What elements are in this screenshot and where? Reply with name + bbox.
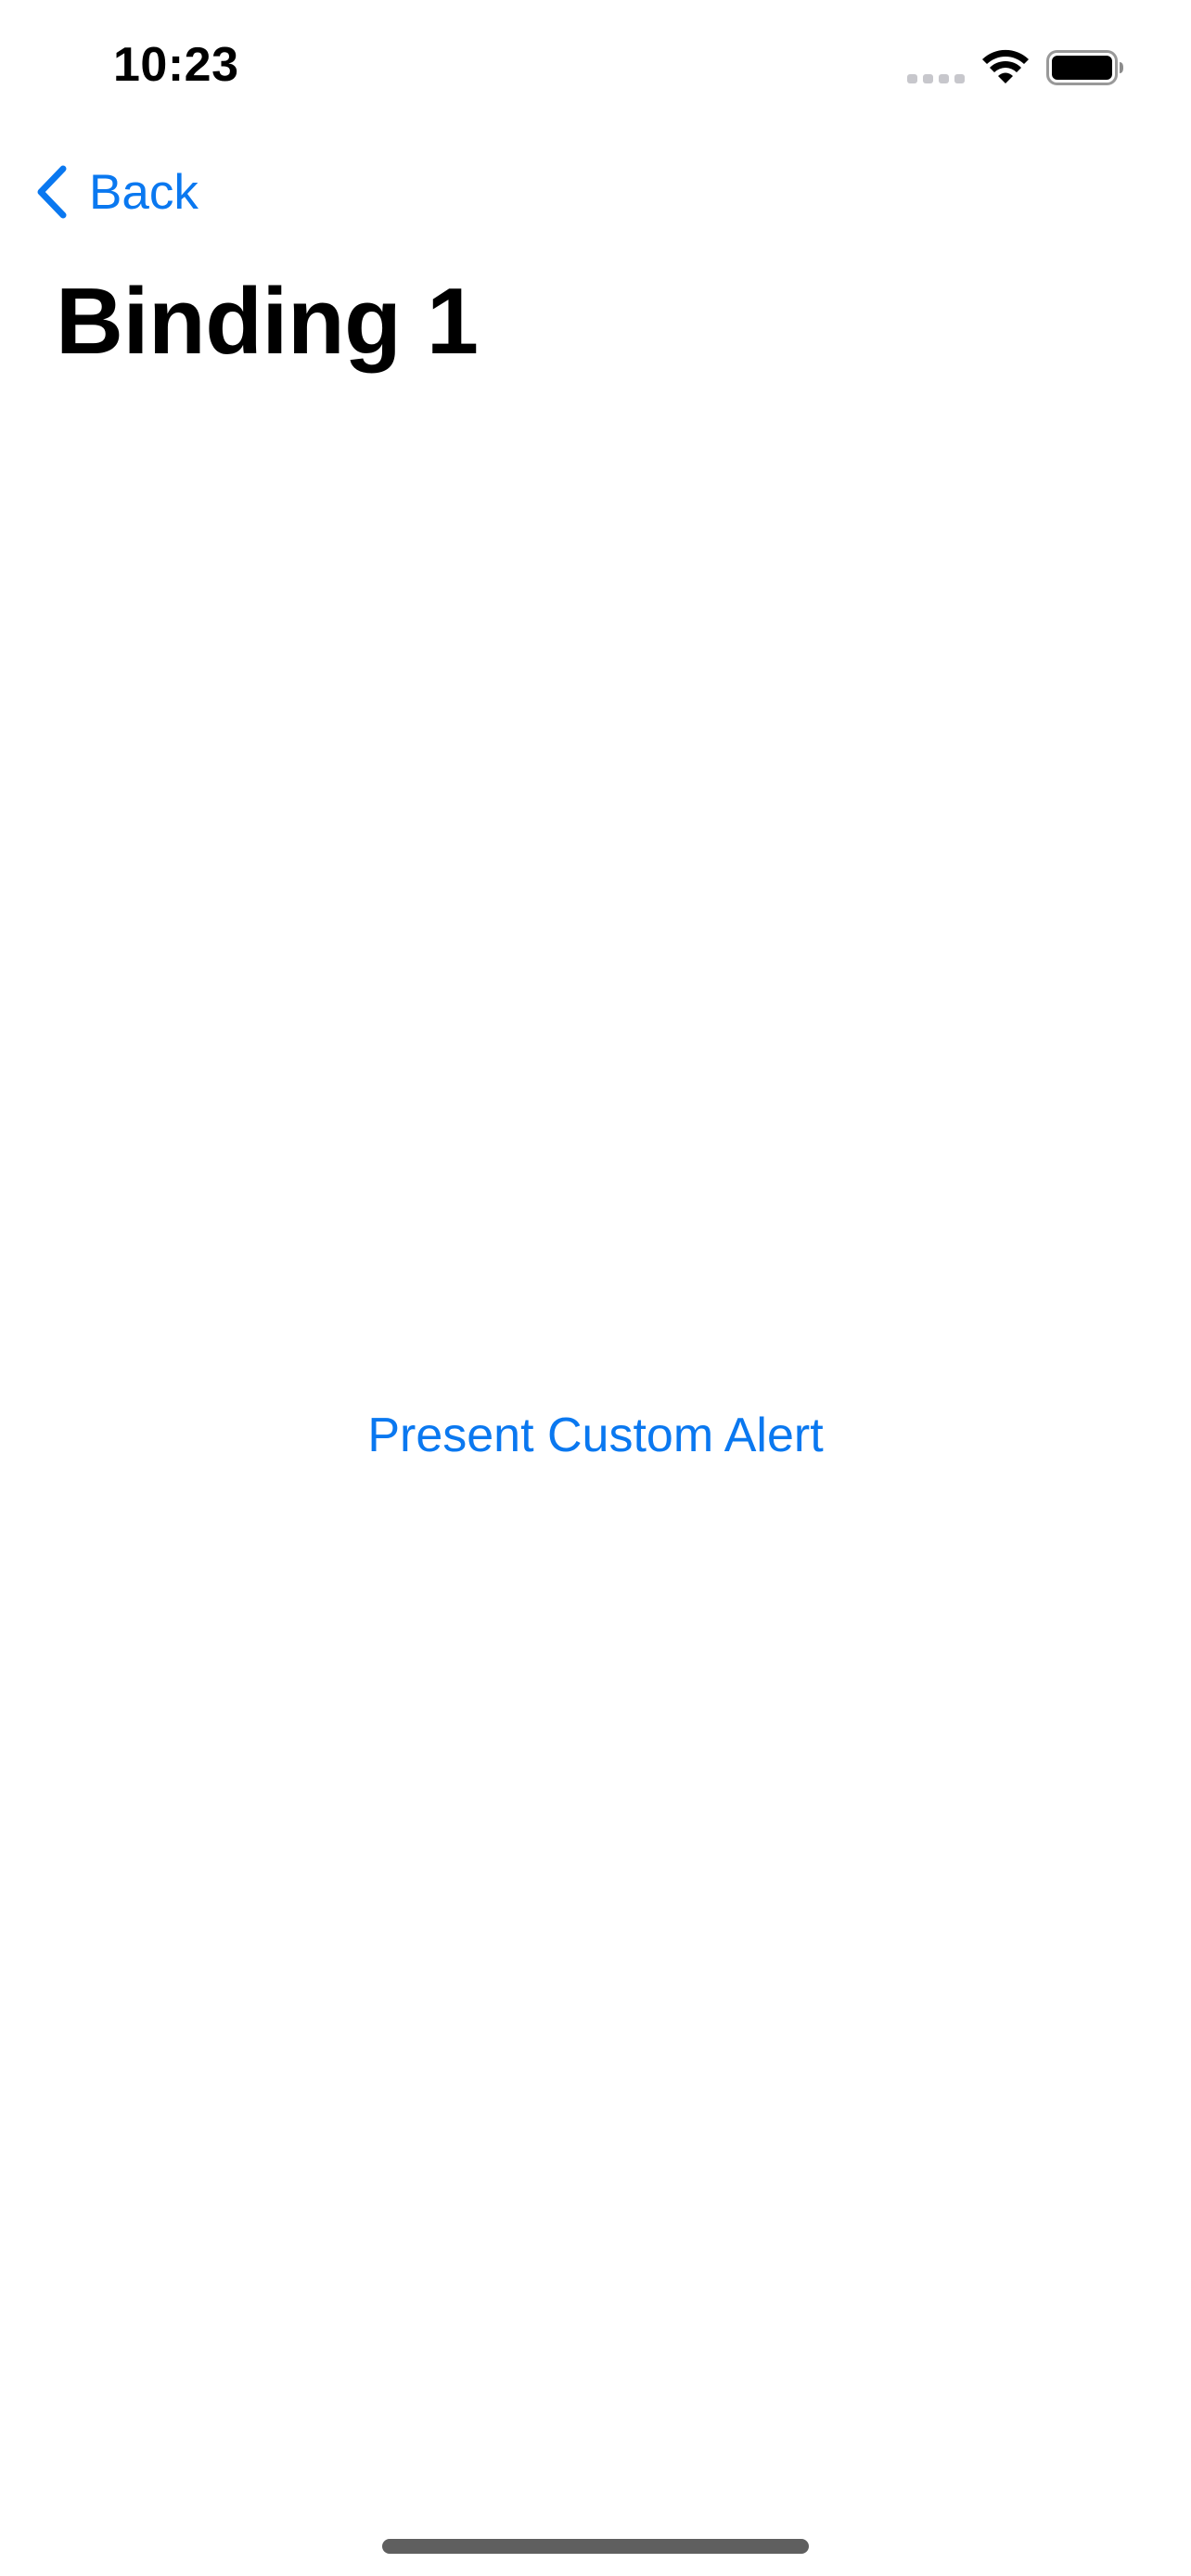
present-custom-alert-label: Present Custom Alert (367, 1409, 824, 1462)
page-title: Binding 1 (56, 270, 479, 374)
battery-icon (1046, 50, 1123, 85)
wifi-icon (982, 49, 1029, 83)
chevron-left-icon (37, 165, 67, 219)
status-bar: 10:23 (0, 0, 1191, 139)
status-time: 10:23 (113, 38, 239, 92)
cellular-signal-icon (907, 74, 965, 83)
home-indicator[interactable] (382, 2539, 809, 2554)
back-button[interactable]: Back (33, 159, 198, 224)
app-screen: 10:23 Back Binding 1 Present Custom Aler… (0, 0, 1191, 2576)
back-label: Back (89, 164, 198, 220)
present-custom-alert-button[interactable]: Present Custom Alert (0, 1408, 1191, 1463)
